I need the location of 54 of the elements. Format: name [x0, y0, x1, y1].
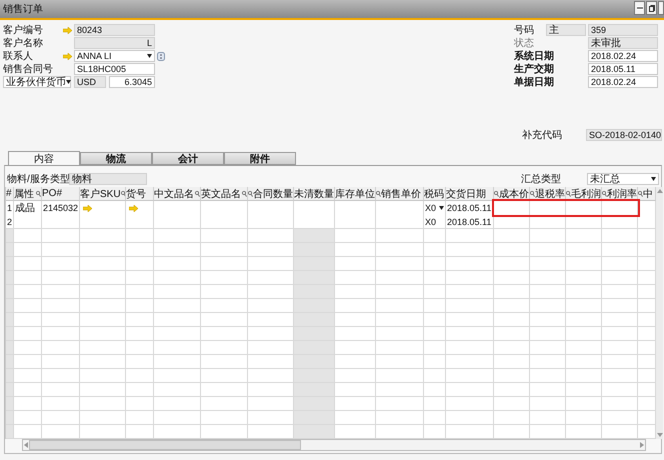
number-field[interactable]: 359 [588, 24, 658, 36]
tax-code-cell[interactable]: X0 [424, 201, 446, 216]
column-header[interactable]: 交货日期 [446, 187, 494, 201]
tab[interactable]: 内容 [8, 151, 80, 165]
window-title: 销售订单 [3, 2, 43, 16]
date-field[interactable]: 2018.05.11 [588, 63, 658, 75]
field-label: 联系人 [3, 50, 34, 63]
field-label: 系统日期 [514, 50, 555, 63]
field-label: 补充代码 [522, 128, 563, 142]
field-label: 客户编号 [3, 24, 44, 37]
field-label: 汇总类型 [521, 172, 562, 186]
table-cell: 成品 [14, 201, 42, 216]
date-field[interactable]: 2018.02.24 [588, 76, 658, 88]
column-header[interactable]: 销售单价 [376, 187, 424, 201]
column-header[interactable]: 合同数量 [248, 187, 294, 201]
tab[interactable]: 会计 [152, 152, 224, 165]
column-header[interactable]: 客户SKU [80, 187, 126, 201]
row-number: 1 [6, 201, 14, 216]
table-cell: 2145032 [42, 201, 80, 216]
item-type-field[interactable]: 物料 [69, 173, 147, 185]
field-label: 生产交期 [514, 62, 555, 76]
field-label: 销售合同号 [3, 63, 54, 76]
series-field[interactable]: 主 [546, 24, 586, 36]
customer-name-field[interactable]: L [74, 37, 155, 49]
currency-type-dropdown[interactable]: 业务伙伴货币 [3, 76, 71, 88]
column-header[interactable]: 未清数量 [294, 187, 335, 201]
exchange-rate-field[interactable]: 6.3045 [109, 76, 155, 88]
column-header[interactable]: 货号 [126, 187, 154, 201]
status-field[interactable]: 未审批 [588, 37, 658, 49]
field-label: 客户名称 [3, 36, 44, 50]
field-label: 物料/服务类型 [7, 172, 69, 186]
column-header[interactable]: 英文品名 [201, 187, 248, 201]
date-field[interactable]: 2018.02.24 [588, 50, 658, 62]
field-label: 状态 [514, 36, 535, 50]
summary-type-dropdown[interactable]: 未汇总 [587, 173, 659, 185]
tax-code-cell[interactable]: X0 [424, 215, 446, 229]
contract-number-field[interactable]: SL18HC005 [74, 63, 155, 75]
column-header[interactable]: 中文品名 [154, 187, 201, 201]
contact-dropdown[interactable]: ANNA LI [74, 50, 155, 62]
tab[interactable]: 物流 [80, 152, 152, 165]
column-header[interactable]: 库存单位 [335, 187, 376, 201]
column-header[interactable]: PO# [42, 187, 80, 201]
column-header[interactable]: 中 [638, 187, 656, 201]
column-header[interactable]: # [6, 187, 14, 201]
column-header[interactable]: 属性 [14, 187, 42, 201]
extra-code-field[interactable]: SO-2018-02-0140 [586, 129, 662, 141]
currency-field[interactable]: USD [74, 76, 106, 88]
field-label: 单据日期 [514, 76, 555, 89]
table-cell: 2018.05.11 [446, 215, 494, 229]
row-number: 2 [6, 215, 14, 229]
tab[interactable]: 附件 [224, 152, 296, 165]
column-header[interactable]: 税码 [424, 187, 446, 201]
customer-code-field[interactable]: 80243 [74, 24, 155, 36]
field-label: 号码 [514, 24, 535, 37]
